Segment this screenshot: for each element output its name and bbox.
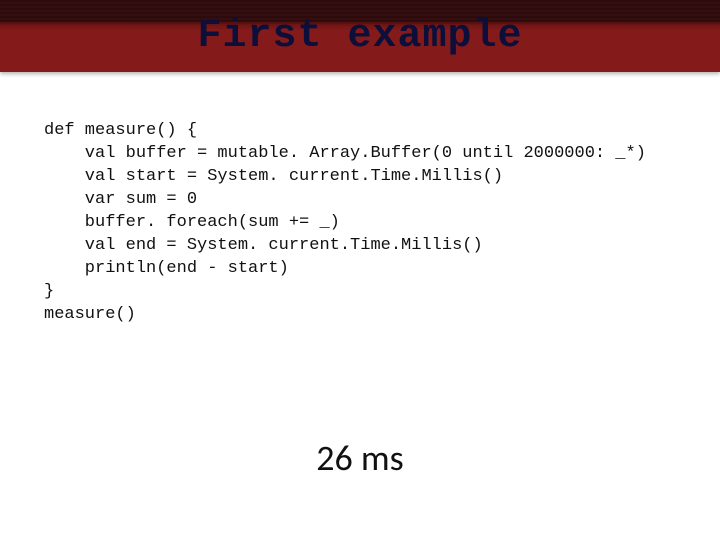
result-text: 26 ms [0,436,720,480]
title-bar: First example [0,0,720,72]
code-block: def measure() { val buffer = mutable. Ar… [44,120,646,326]
slide-title: First example [197,14,522,59]
slide: First example def measure() { val buffer… [0,0,720,540]
